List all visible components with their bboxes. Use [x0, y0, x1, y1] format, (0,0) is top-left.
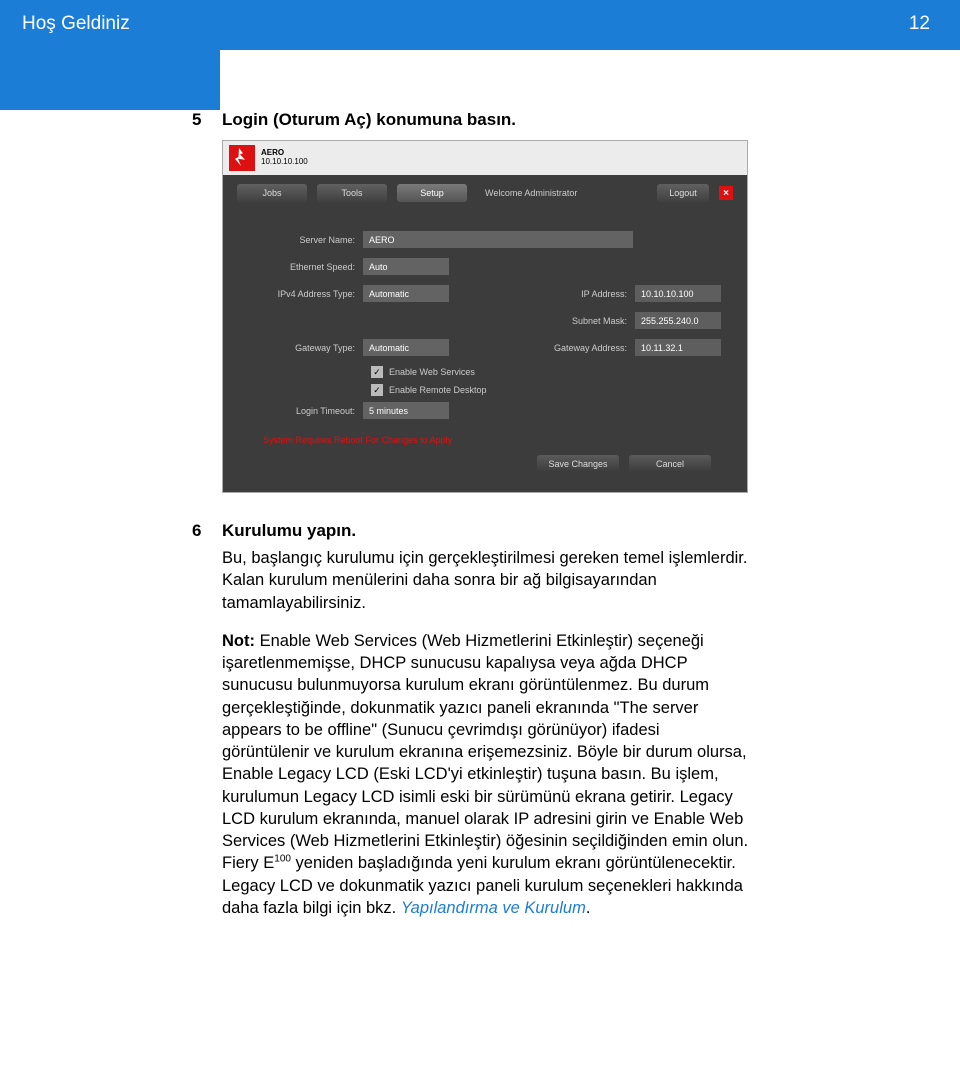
label-ip-address: IP Address:	[523, 289, 635, 299]
note-body-1: Enable Web Services (Web Hizmetlerini Et…	[222, 632, 748, 850]
note-label: Not:	[222, 632, 255, 650]
ui-tabbar: Jobs Tools Setup Welcome Administrator L…	[223, 175, 747, 211]
label-subnet: Subnet Mask:	[523, 316, 635, 326]
input-ip-address[interactable]: 10.10.10.100	[635, 285, 721, 302]
product-ip: 10.10.10.100	[261, 158, 308, 167]
row-check-webservices: ✓ Enable Web Services	[243, 366, 721, 378]
row-gateway: Gateway Type: Automatic Gateway Address:…	[243, 339, 721, 356]
content: 5 Login (Oturum Aç) konumuna basın. AERO…	[0, 110, 960, 959]
ui-button-bar: Save Changes Cancel	[243, 455, 721, 480]
step-5-number: 5	[192, 110, 222, 130]
step-5: 5 Login (Oturum Aç) konumuna basın.	[222, 110, 750, 130]
tab-setup[interactable]: Setup	[397, 184, 467, 202]
select-login-timeout[interactable]: 5 minutes	[363, 402, 449, 419]
step-6-label: Kurulumu yapın.	[222, 521, 356, 541]
row-timeout: Login Timeout: 5 minutes	[243, 402, 721, 419]
select-gateway-type[interactable]: Automatic	[363, 339, 449, 356]
select-ipv4-type[interactable]: Automatic	[363, 285, 449, 302]
label-remote-desktop: Enable Remote Desktop	[389, 385, 487, 395]
header-title: Hoş Geldiniz	[0, 0, 220, 50]
input-gateway-addr[interactable]: 10.11.32.1	[635, 339, 721, 356]
page-number: 12	[220, 0, 960, 50]
screenshot-setup-panel: AERO 10.10.10.100 Jobs Tools Setup Welco…	[222, 140, 748, 493]
select-ethernet-speed[interactable]: Auto	[363, 258, 449, 275]
top-product-label: AERO 10.10.10.100	[261, 149, 308, 167]
row-server-name: Server Name: AERO	[243, 231, 721, 248]
link-config-install[interactable]: Yapılandırma ve Kurulum	[401, 899, 586, 917]
header-spacer-left	[0, 50, 220, 110]
input-server-name[interactable]: AERO	[363, 231, 633, 248]
note-body-2b: yeniden başladığında yeni kurulum ekranı…	[291, 854, 736, 872]
ui-topbar: AERO 10.10.10.100	[223, 141, 747, 175]
cancel-button[interactable]: Cancel	[629, 455, 711, 472]
note-body-3b: .	[586, 899, 591, 917]
label-gateway-addr: Gateway Address:	[523, 343, 635, 353]
note-sup-100: 100	[274, 854, 291, 865]
checkbox-remote-desktop[interactable]: ✓	[371, 384, 383, 396]
step-6-number: 6	[192, 521, 222, 541]
reboot-warning: System Requires Reboot For Changes to Ap…	[243, 429, 721, 455]
note-block: Not: Enable Web Services (Web Hizmetleri…	[222, 630, 750, 919]
row-subnet: Subnet Mask: 255.255.240.0	[243, 312, 721, 329]
close-icon[interactable]: ×	[719, 186, 733, 200]
note-body-2a: Fiery E	[222, 854, 274, 872]
label-web-services: Enable Web Services	[389, 367, 475, 377]
step-6: 6 Kurulumu yapın.	[222, 521, 750, 541]
label-server-name: Server Name:	[243, 235, 363, 245]
step-5-label: Login (Oturum Aç) konumuna basın.	[222, 110, 516, 130]
row-ethernet-speed: Ethernet Speed: Auto	[243, 258, 721, 275]
header-spacer	[0, 50, 960, 110]
save-changes-button[interactable]: Save Changes	[537, 455, 619, 472]
tab-jobs[interactable]: Jobs	[237, 184, 307, 202]
page-header: Hoş Geldiniz 12	[0, 0, 960, 50]
tab-tools[interactable]: Tools	[317, 184, 387, 202]
label-login-timeout: Login Timeout:	[243, 406, 363, 416]
ui-body: Server Name: AERO Ethernet Speed: Auto I…	[223, 211, 747, 492]
paragraph-1: Bu, başlangıç kurulumu için gerçekleştir…	[222, 547, 750, 614]
row-check-remote: ✓ Enable Remote Desktop	[243, 384, 721, 396]
label-ethernet-speed: Ethernet Speed:	[243, 262, 363, 272]
label-gateway-type: Gateway Type:	[243, 343, 363, 353]
row-ipv4: IPv4 Address Type: Automatic IP Address:…	[243, 285, 721, 302]
input-subnet[interactable]: 255.255.240.0	[635, 312, 721, 329]
fiery-logo-icon	[229, 145, 255, 171]
logout-button[interactable]: Logout	[657, 184, 709, 202]
label-ipv4-type: IPv4 Address Type:	[243, 289, 363, 299]
checkbox-web-services[interactable]: ✓	[371, 366, 383, 378]
welcome-text: Welcome Administrator	[485, 188, 647, 198]
